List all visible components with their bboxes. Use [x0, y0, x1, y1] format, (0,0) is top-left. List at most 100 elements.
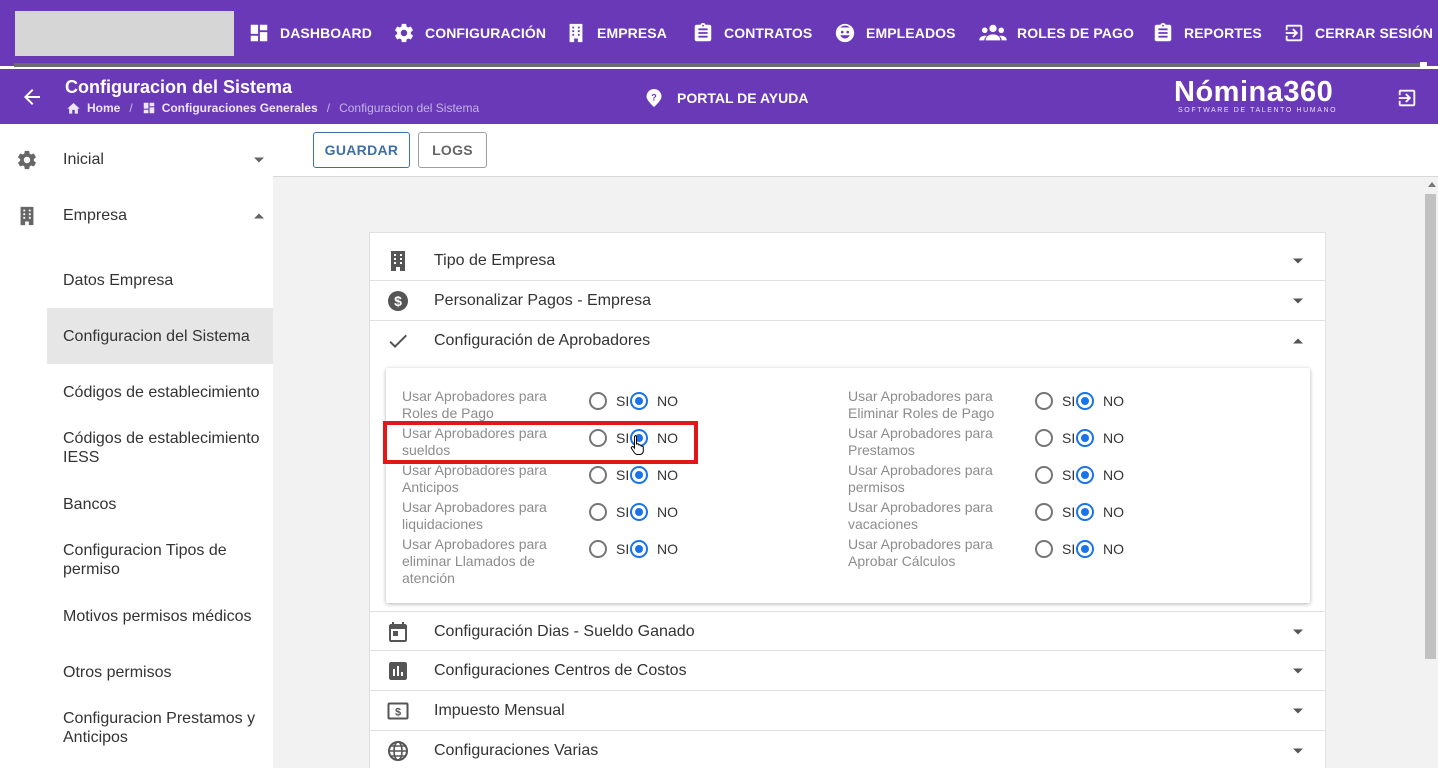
option-eliminar-roles: Usar Aprobadores para Eliminar Roles de … — [848, 388, 1288, 424]
radio-no[interactable] — [1076, 392, 1094, 410]
help-portal-link[interactable]: ? PORTAL DE AYUDA — [645, 88, 808, 108]
nav-configuracion-label: CONFIGURACIÓN — [425, 25, 547, 41]
radio-no-label: NO — [657, 467, 678, 483]
radio-no[interactable] — [630, 429, 648, 447]
option-label: Usar Aprobadores para eliminar Llamados … — [402, 536, 547, 586]
nav-cerrar-sesion[interactable]: CERRAR SESIÓN — [1283, 0, 1433, 66]
caret-down-icon — [1293, 708, 1303, 714]
globe-icon — [388, 741, 408, 761]
nav-cerrar-sesion-label: CERRAR SESIÓN — [1315, 25, 1433, 41]
radio-no[interactable] — [630, 503, 648, 521]
sidebar-item-codigos-iess[interactable]: Códigos de establecimiento IESS — [47, 422, 273, 474]
svg-text:$: $ — [395, 707, 401, 719]
dashboard-icon — [143, 102, 154, 114]
logs-button[interactable]: LOGS — [418, 132, 487, 168]
radio-no-label: NO — [657, 430, 678, 446]
sidebar-group-empresa[interactable]: Empresa — [0, 188, 273, 244]
radio-si[interactable] — [589, 392, 607, 410]
radio-no[interactable] — [1076, 466, 1094, 484]
option-label: Usar Aprobadores para Anticipos — [402, 462, 547, 495]
radio-no[interactable] — [1076, 429, 1094, 447]
radio-si-label: SI — [616, 504, 630, 520]
sidebar-item-prestamos-anticipos[interactable]: Configuracion Prestamos y Anticipos — [47, 702, 273, 754]
people-icon — [979, 24, 1007, 41]
option-sueldos: Usar Aprobadores para sueldos SI NO — [402, 425, 842, 461]
sidebar-group-inicial[interactable]: Inicial — [0, 132, 273, 188]
accordion-label: Configuración de Aprobadores — [434, 332, 651, 349]
radio-si-label: SI — [1062, 504, 1076, 520]
radio-no[interactable] — [1076, 540, 1094, 558]
loading-progress-bar — [14, 63, 1427, 67]
radio-si[interactable] — [1035, 392, 1053, 410]
scrollbar-thumb[interactable] — [1425, 194, 1436, 659]
radio-no[interactable] — [630, 392, 648, 410]
sidebar-group-label: Empresa — [63, 207, 128, 224]
accordion-tipo-empresa[interactable]: Tipo de Empresa — [370, 241, 1325, 281]
back-arrow-icon[interactable] — [20, 85, 44, 109]
nav-empleados-label: EMPLEADOS — [866, 25, 956, 41]
radio-si[interactable] — [589, 503, 607, 521]
accordion-centros-costos[interactable]: Configuraciones Centros de Costos — [370, 651, 1325, 691]
option-llamados-atencion: Usar Aprobadores para eliminar Llamados … — [402, 536, 842, 588]
radio-si[interactable] — [589, 429, 607, 447]
nav-empresa[interactable]: EMPRESA — [565, 0, 667, 66]
radio-si[interactable] — [1035, 429, 1053, 447]
caret-down-icon — [254, 157, 264, 163]
radio-no[interactable] — [630, 466, 648, 484]
scroll-up-arrow-icon[interactable] — [1428, 182, 1436, 187]
nav-reportes[interactable]: REPORTES — [1152, 0, 1262, 66]
accordion-configuraciones-varias[interactable]: Configuraciones Varias — [370, 731, 1325, 768]
radio-no-label: NO — [1103, 393, 1124, 409]
accordion-impuesto-mensual[interactable]: $ Impuesto Mensual — [370, 691, 1325, 731]
radio-no-label: NO — [1103, 430, 1124, 446]
accordion-personalizar-pagos[interactable]: $ Personalizar Pagos - Empresa — [370, 281, 1325, 321]
logout-icon[interactable] — [1396, 87, 1418, 109]
radio-si[interactable] — [1035, 466, 1053, 484]
brand-logo: Nómina360 SOFTWARE DE TALENTO HUMANO — [1174, 77, 1337, 114]
option-liquidaciones: Usar Aprobadores para liquidaciones SI N… — [402, 499, 842, 535]
radio-no-label: NO — [1103, 467, 1124, 483]
sidebar-item-configuracion-sistema[interactable]: Configuracion del Sistema — [47, 308, 273, 364]
radio-si-label: SI — [616, 430, 630, 446]
option-permisos: Usar Aprobadores para permisos SI NO — [848, 462, 1288, 498]
top-navigation-bar: DASHBOARD CONFIGURACIÓN EMPRESA CONTRATO… — [0, 0, 1438, 68]
accordion-configuracion-aprobadores[interactable]: Configuración de Aprobadores — [370, 321, 1325, 361]
nav-roles-de-pago[interactable]: ROLES DE PAGO — [979, 0, 1134, 66]
breadcrumb-home[interactable]: Home — [66, 101, 120, 115]
nav-contratos[interactable]: CONTRATOS — [692, 0, 812, 66]
option-aprobar-calculos: Usar Aprobadores para Aprobar Cálculos S… — [848, 536, 1288, 572]
sidebar-item-tipos-permiso[interactable]: Configuracion Tipos de permiso — [47, 534, 273, 586]
radio-si[interactable] — [1035, 503, 1053, 521]
radio-no-label: NO — [657, 541, 678, 557]
sidebar-item-label: Otros permisos — [63, 663, 172, 681]
sidebar-item-bancos[interactable]: Bancos — [47, 476, 273, 532]
help-portal-label: PORTAL DE AYUDA — [677, 90, 809, 106]
help-pin-icon: ? — [646, 89, 662, 107]
sidebar-item-permisos-medicos[interactable]: Motivos permisos médicos — [47, 588, 273, 644]
radio-no[interactable] — [1076, 503, 1094, 521]
nav-dashboard[interactable]: DASHBOARD — [248, 0, 372, 66]
sidebar-item-label: Bancos — [63, 495, 117, 513]
aprobadores-options-panel: Usar Aprobadores para Roles de Pago SI N… — [383, 368, 1310, 603]
nav-configuracion[interactable]: CONFIGURACIÓN — [393, 0, 546, 66]
radio-si[interactable] — [589, 466, 607, 484]
radio-no[interactable] — [630, 540, 648, 558]
nav-empresa-label: EMPRESA — [597, 25, 667, 41]
bar-chart-icon — [389, 662, 407, 680]
radio-si-label: SI — [616, 541, 630, 557]
radio-no-label: NO — [1103, 541, 1124, 557]
radio-si-label: SI — [616, 393, 630, 409]
save-button[interactable]: GUARDAR — [313, 132, 410, 168]
sidebar-item-otros-permisos[interactable]: Otros permisos — [47, 644, 273, 700]
nav-empleados[interactable]: EMPLEADOS — [834, 0, 956, 66]
sidebar-item-label: Configuracion del Sistema — [63, 327, 250, 345]
breadcrumb-separator: / — [129, 101, 133, 115]
breadcrumb-configuraciones-generales[interactable]: Configuraciones Generales — [142, 101, 318, 115]
sidebar-item-datos-empresa[interactable]: Datos Empresa — [47, 252, 273, 308]
radio-si[interactable] — [1035, 540, 1053, 558]
radio-si[interactable] — [589, 540, 607, 558]
sidebar-item-codigos-establecimiento[interactable]: Códigos de establecimiento — [47, 364, 273, 420]
accordion-label: Tipo de Empresa — [434, 252, 556, 269]
accordion-dias-sueldo-ganado[interactable]: Configuración Dias - Sueldo Ganado — [370, 611, 1325, 651]
radio-si-label: SI — [1062, 467, 1076, 483]
